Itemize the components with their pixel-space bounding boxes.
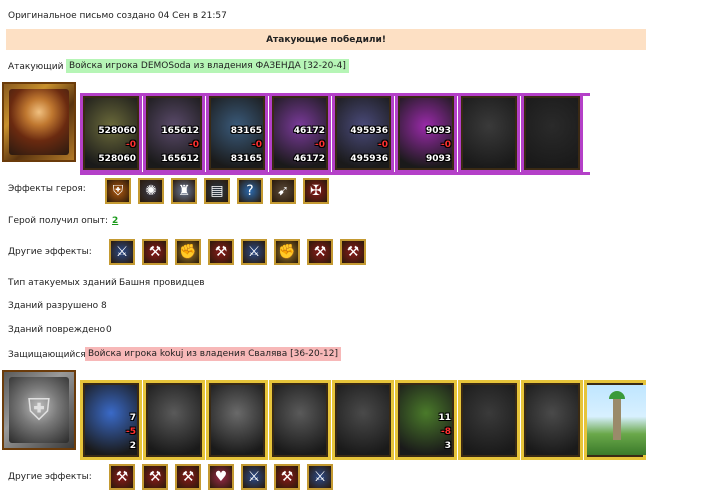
- hero-exp-label: Герой получил опыт:: [8, 216, 108, 226]
- unit-remain: 495936: [350, 154, 388, 164]
- buildings-destroyed-label: Зданий разрушено: [8, 301, 99, 311]
- question-icon[interactable]: ?: [237, 178, 263, 204]
- spear-icon[interactable]: ➹: [270, 178, 296, 204]
- unit-count: 11: [438, 413, 451, 423]
- sword-icon[interactable]: ⚔: [109, 239, 135, 265]
- barrel-icon[interactable]: ▤: [204, 178, 230, 204]
- unit-image: [148, 385, 200, 455]
- castle-icon[interactable]: ♜: [171, 178, 197, 204]
- battle-result-banner: Атакующие победили!: [6, 29, 646, 50]
- attacker-army-tag: Войска игрока DEMOSoda из владения ФАЗЕН…: [66, 59, 349, 73]
- buildings-destroyed-value: 8: [101, 301, 107, 311]
- hero-image: [9, 89, 69, 155]
- sword-icon[interactable]: ⚔: [241, 239, 267, 265]
- unit-card[interactable]: 7 -5 2: [80, 380, 142, 460]
- hero-effects-label: Эффекты героя:: [8, 184, 86, 194]
- crest-icon[interactable]: ✠: [303, 178, 329, 204]
- unit-card[interactable]: 528060 -0 528060: [80, 93, 142, 173]
- unit-card[interactable]: [332, 380, 394, 460]
- unit-count: 7: [129, 413, 136, 423]
- building-image: [587, 385, 646, 455]
- unit-card[interactable]: [143, 380, 205, 460]
- attacker-hero-portrait[interactable]: [2, 82, 76, 162]
- axe-icon[interactable]: ⚒: [340, 239, 366, 265]
- unit-card[interactable]: [521, 380, 583, 460]
- building-type-value: Башня провидцев: [119, 278, 205, 288]
- attacker-label: Атакующий: [8, 62, 64, 72]
- fist-icon[interactable]: ✊: [274, 239, 300, 265]
- tower-roof-shape: [609, 391, 625, 399]
- unit-card[interactable]: 9093 -0 9093: [395, 93, 457, 173]
- heart-icon[interactable]: ♥: [208, 464, 234, 490]
- fist-icon[interactable]: ✊: [175, 239, 201, 265]
- unit-card[interactable]: 165612 -0 165612: [143, 93, 205, 173]
- unit-image: [463, 98, 515, 168]
- unit-loss: -0: [315, 140, 325, 150]
- battle-result-text: Атакующие победили!: [266, 34, 386, 45]
- unit-image: [274, 385, 326, 455]
- unit-loss: -8: [441, 427, 451, 437]
- unit-loss: -0: [252, 140, 262, 150]
- unit-image: [337, 385, 389, 455]
- unit-image: [211, 385, 263, 455]
- unit-card[interactable]: 495936 -0 495936: [332, 93, 394, 173]
- defender-label: Защищающийся: [8, 350, 86, 360]
- unit-remain: 9093: [425, 154, 451, 164]
- unit-loss: -0: [441, 140, 451, 150]
- unit-card[interactable]: 11 -8 3: [395, 380, 457, 460]
- unit-remain: 83165: [230, 154, 262, 164]
- axe-icon[interactable]: ⚒: [307, 239, 333, 265]
- unit-card[interactable]: 46172 -0 46172: [269, 93, 331, 173]
- defender-other-effects-label: Другие эффекты:: [8, 472, 92, 482]
- unit-card[interactable]: [458, 380, 520, 460]
- defender-emblem[interactable]: ⛨: [2, 370, 76, 450]
- unit-loss: -5: [126, 427, 136, 437]
- unit-count: 165612: [161, 126, 199, 136]
- shield-icon[interactable]: ⛨: [105, 178, 131, 204]
- unit-remain: 2: [129, 441, 136, 451]
- hero-exp-link[interactable]: 2: [112, 216, 118, 226]
- unit-card[interactable]: [269, 380, 331, 460]
- sword-icon[interactable]: ⚔: [241, 464, 267, 490]
- unit-remain: 46172: [293, 154, 325, 164]
- axe-icon[interactable]: ⚒: [142, 464, 168, 490]
- lion-shield-icon: ⛨: [9, 377, 69, 443]
- unit-card[interactable]: 83165 -0 83165: [206, 93, 268, 173]
- buildings-damaged-label: Зданий повреждено: [8, 325, 106, 335]
- buildings-damaged-value: 0: [106, 325, 112, 335]
- unit-loss: -0: [189, 140, 199, 150]
- axe-icon[interactable]: ⚒: [175, 464, 201, 490]
- tower-shape: [613, 395, 621, 440]
- unit-loss: -0: [378, 140, 388, 150]
- original-letter-note: Оригинальное письмо создано 04 Сен в 21:…: [8, 11, 227, 21]
- unit-image: [526, 385, 578, 455]
- attacker-other-effects-label: Другие эффекты:: [8, 247, 92, 257]
- unit-remain: 165612: [161, 154, 199, 164]
- axe-icon[interactable]: ⚒: [208, 239, 234, 265]
- unit-card[interactable]: [521, 93, 583, 173]
- unit-count: 9093: [425, 126, 451, 136]
- sword-icon[interactable]: ⚔: [307, 464, 333, 490]
- claw-icon[interactable]: ✺: [138, 178, 164, 204]
- unit-count: 46172: [293, 126, 325, 136]
- unit-count: 83165: [230, 126, 262, 136]
- unit-remain: 528060: [98, 154, 136, 164]
- unit-count: 495936: [350, 126, 388, 136]
- unit-loss: -0: [126, 140, 136, 150]
- unit-remain: 3: [444, 441, 451, 451]
- axe-icon[interactable]: ⚒: [109, 464, 135, 490]
- defender-army-tag: Войска игрока kokuj из владения Свалява …: [85, 347, 341, 361]
- building-type-label: Тип атакуемых зданий: [8, 278, 117, 288]
- unit-card[interactable]: [206, 380, 268, 460]
- unit-card[interactable]: [458, 93, 520, 173]
- unit-image: [526, 98, 578, 168]
- axe-icon[interactable]: ⚒: [274, 464, 300, 490]
- axe-icon[interactable]: ⚒: [142, 239, 168, 265]
- unit-image: [463, 385, 515, 455]
- unit-count: 528060: [98, 126, 136, 136]
